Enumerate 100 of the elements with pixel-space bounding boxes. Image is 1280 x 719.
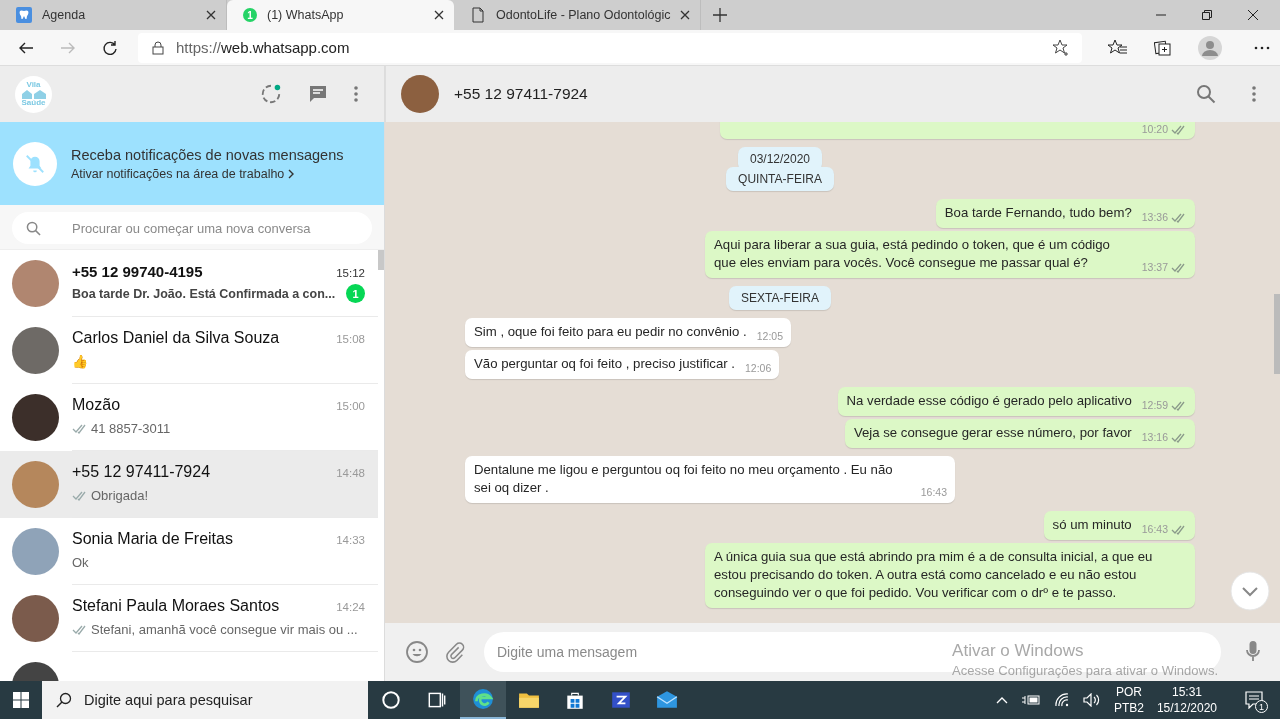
- double-check-icon: [1171, 261, 1187, 273]
- message-time: 16:43: [1141, 522, 1168, 537]
- message-time: 13:36: [1141, 210, 1168, 225]
- chat-list-item[interactable]: Stefani Paula Moraes Santos 14:24 Stefani, amanhã você consegue vir mais ou ...: [0, 585, 378, 652]
- lock-icon: [152, 40, 164, 55]
- message-text: Sim , oque foi feito para eu pedir no convênio .: [474, 323, 747, 341]
- address-bar[interactable]: https://web.whatsapp.com: [138, 32, 1082, 63]
- mail-envelope-icon: [656, 689, 678, 711]
- message-preview: Ok: [72, 554, 90, 570]
- cortana-ring-icon: [380, 689, 402, 711]
- new-chat-icon[interactable]: [308, 84, 328, 104]
- notification-link[interactable]: Ativar notificações na área de trabalho: [71, 166, 344, 181]
- avatar-photo: [12, 260, 59, 307]
- chevron-up-icon[interactable]: [995, 696, 1008, 704]
- logo-text: Saúde: [21, 99, 46, 107]
- chat-time: 15:08: [336, 333, 365, 345]
- speaker-icon[interactable]: [1082, 693, 1101, 707]
- close-icon[interactable]: [434, 10, 444, 20]
- notification-center-button[interactable]: 1: [1240, 685, 1268, 715]
- tab-title: Agenda: [42, 8, 87, 22]
- message-text: Boa tarde Fernando, tudo bem?: [944, 204, 1132, 222]
- contact-name: +55 12 99740-4195: [72, 262, 204, 280]
- avatar-photo: [12, 327, 59, 374]
- menu-icon[interactable]: [1252, 85, 1256, 103]
- contact-name: +55 12 97411-7924: [72, 463, 212, 481]
- star-add-icon[interactable]: [1052, 38, 1070, 57]
- more-icon[interactable]: [1254, 45, 1270, 50]
- chat-time: 15:00: [336, 400, 365, 412]
- contact-name: Carlos Daniel da Silva Souza: [72, 329, 281, 347]
- contact-name: Mozão: [72, 396, 122, 414]
- message-time: 13:16: [1141, 430, 1168, 445]
- chat-time: 14:33: [336, 534, 365, 546]
- profile-avatar-icon[interactable]: [1198, 35, 1222, 60]
- restore-icon[interactable]: [1202, 10, 1212, 20]
- battery-plug-icon[interactable]: [1020, 694, 1041, 706]
- search-icon[interactable]: [1196, 84, 1216, 104]
- browser-tab[interactable]: 1 (1) WhatsApp: [227, 0, 454, 30]
- message-text: Veja se consegue gerar esse número, por favor: [853, 424, 1132, 442]
- clock[interactable]: 15:31 15/12/2020: [1156, 684, 1217, 716]
- taskbar-button[interactable]: [460, 681, 506, 719]
- tooth-icon: [16, 7, 32, 23]
- message-preview: Obrigada!: [91, 487, 150, 503]
- message-time: 16:43: [920, 485, 947, 500]
- message-text: A única guia sua que está abrindo pra mim é a de consulta inicial, a que eu estou precisando do token. A outra está como cancelado e eu não estou conseguindo ver o que foi pedido. Vou verificar com o drº e te passo.: [714, 548, 1154, 602]
- favorites-icon[interactable]: [1108, 38, 1128, 57]
- close-icon[interactable]: [680, 10, 691, 20]
- chat-time: 14:24: [336, 601, 365, 613]
- message-preview: 41 8857-3011: [91, 420, 172, 436]
- collections-icon[interactable]: [1154, 38, 1172, 57]
- chat-list-item[interactable]: Carlos Daniel da Silva Souza 15:08 👍: [0, 317, 378, 384]
- chat-time: 15:12: [336, 266, 365, 279]
- status-icon[interactable]: [260, 83, 282, 105]
- chat-list-item[interactable]: Sonia Maria de Freitas 14:33 Ok: [0, 518, 378, 585]
- tab-title: (1) WhatsApp: [267, 8, 345, 22]
- houses-icon: [20, 89, 47, 99]
- message-time: 12:05: [756, 329, 783, 344]
- close-icon[interactable]: [206, 10, 216, 20]
- scroll-down-icon[interactable]: [1230, 571, 1270, 611]
- message-text: Dentalune me ligou e perguntou oq foi feito no meu orçamento . Eu não sei oq dizer .: [474, 461, 894, 497]
- contact-avatar-photo[interactable]: [401, 75, 439, 113]
- notification-banner[interactable]: Receba notificações de novas mensagens Ativar notificações na área de trabalho: [0, 122, 384, 205]
- avatar-photo: [12, 528, 59, 575]
- letter-z-app-icon: [610, 689, 632, 711]
- close-icon[interactable]: [1248, 10, 1258, 20]
- activation-title: Ativar o Windows: [952, 641, 1085, 661]
- scrollbar[interactable]: [378, 250, 384, 270]
- notification-title: Receba notificações de novas mensagens: [71, 146, 344, 163]
- message-preview: 👍: [72, 353, 89, 369]
- reload-icon[interactable]: [102, 39, 118, 56]
- language-indicator[interactable]: POR PTB2: [1113, 684, 1144, 716]
- message-text: Aqui para liberar a sua guia, está pedindo o token, que é um código que eles enviam para vocês. Você consegue me passar qual é?: [714, 236, 1111, 272]
- paperclip-icon[interactable]: [444, 641, 466, 663]
- windows-start-icon[interactable]: [13, 692, 29, 708]
- message-preview: Boa tarde Dr. João. Está Confirmada a con...: [72, 286, 337, 301]
- emoji-icon[interactable]: [405, 640, 429, 664]
- message-icon: [1245, 691, 1263, 709]
- logo-text: Vila: [26, 81, 41, 89]
- new-tab-icon[interactable]: [713, 8, 728, 22]
- contact-name[interactable]: +55 12 97411-7924: [454, 85, 588, 103]
- avatar-photo: [12, 461, 59, 508]
- taskbar-search-field[interactable]: Digite aqui para pesquisar: [42, 681, 368, 719]
- wifi-icon[interactable]: [1053, 693, 1070, 707]
- unread-count-icon: 1: [243, 8, 257, 22]
- search-icon: [26, 221, 41, 236]
- microphone-icon[interactable]: [1246, 641, 1260, 663]
- date-label: QUINTA-FEIRA: [726, 167, 834, 191]
- chat-list-item[interactable]: +55 12 97411-7924 14:48 Obrigada!: [0, 451, 378, 518]
- message-text: Vão perguntar oq foi feito , preciso justificar .: [474, 355, 735, 373]
- scrollbar[interactable]: [1274, 294, 1280, 374]
- chevron-right-icon: [288, 168, 295, 179]
- contact-name: Sonia Maria de Freitas: [72, 530, 234, 548]
- menu-icon[interactable]: [354, 85, 358, 103]
- unread-badge: 1: [346, 284, 365, 303]
- url-text: https://web.whatsapp.com: [176, 39, 351, 56]
- message-time: 10:20: [1141, 122, 1168, 137]
- message-preview: Stefani, amanhã você consegue vir mais ou ...: [91, 621, 359, 637]
- muted-bell-icon: [13, 141, 57, 186]
- message-text: só um minuto: [1052, 516, 1132, 534]
- chat-list-item[interactable]: +55 12 99740-4195 15:12 Boa tarde Dr. João. Está Confirmada a con... 1: [0, 250, 378, 317]
- search-field[interactable]: Procurar ou começar uma nova conversa: [12, 212, 372, 244]
